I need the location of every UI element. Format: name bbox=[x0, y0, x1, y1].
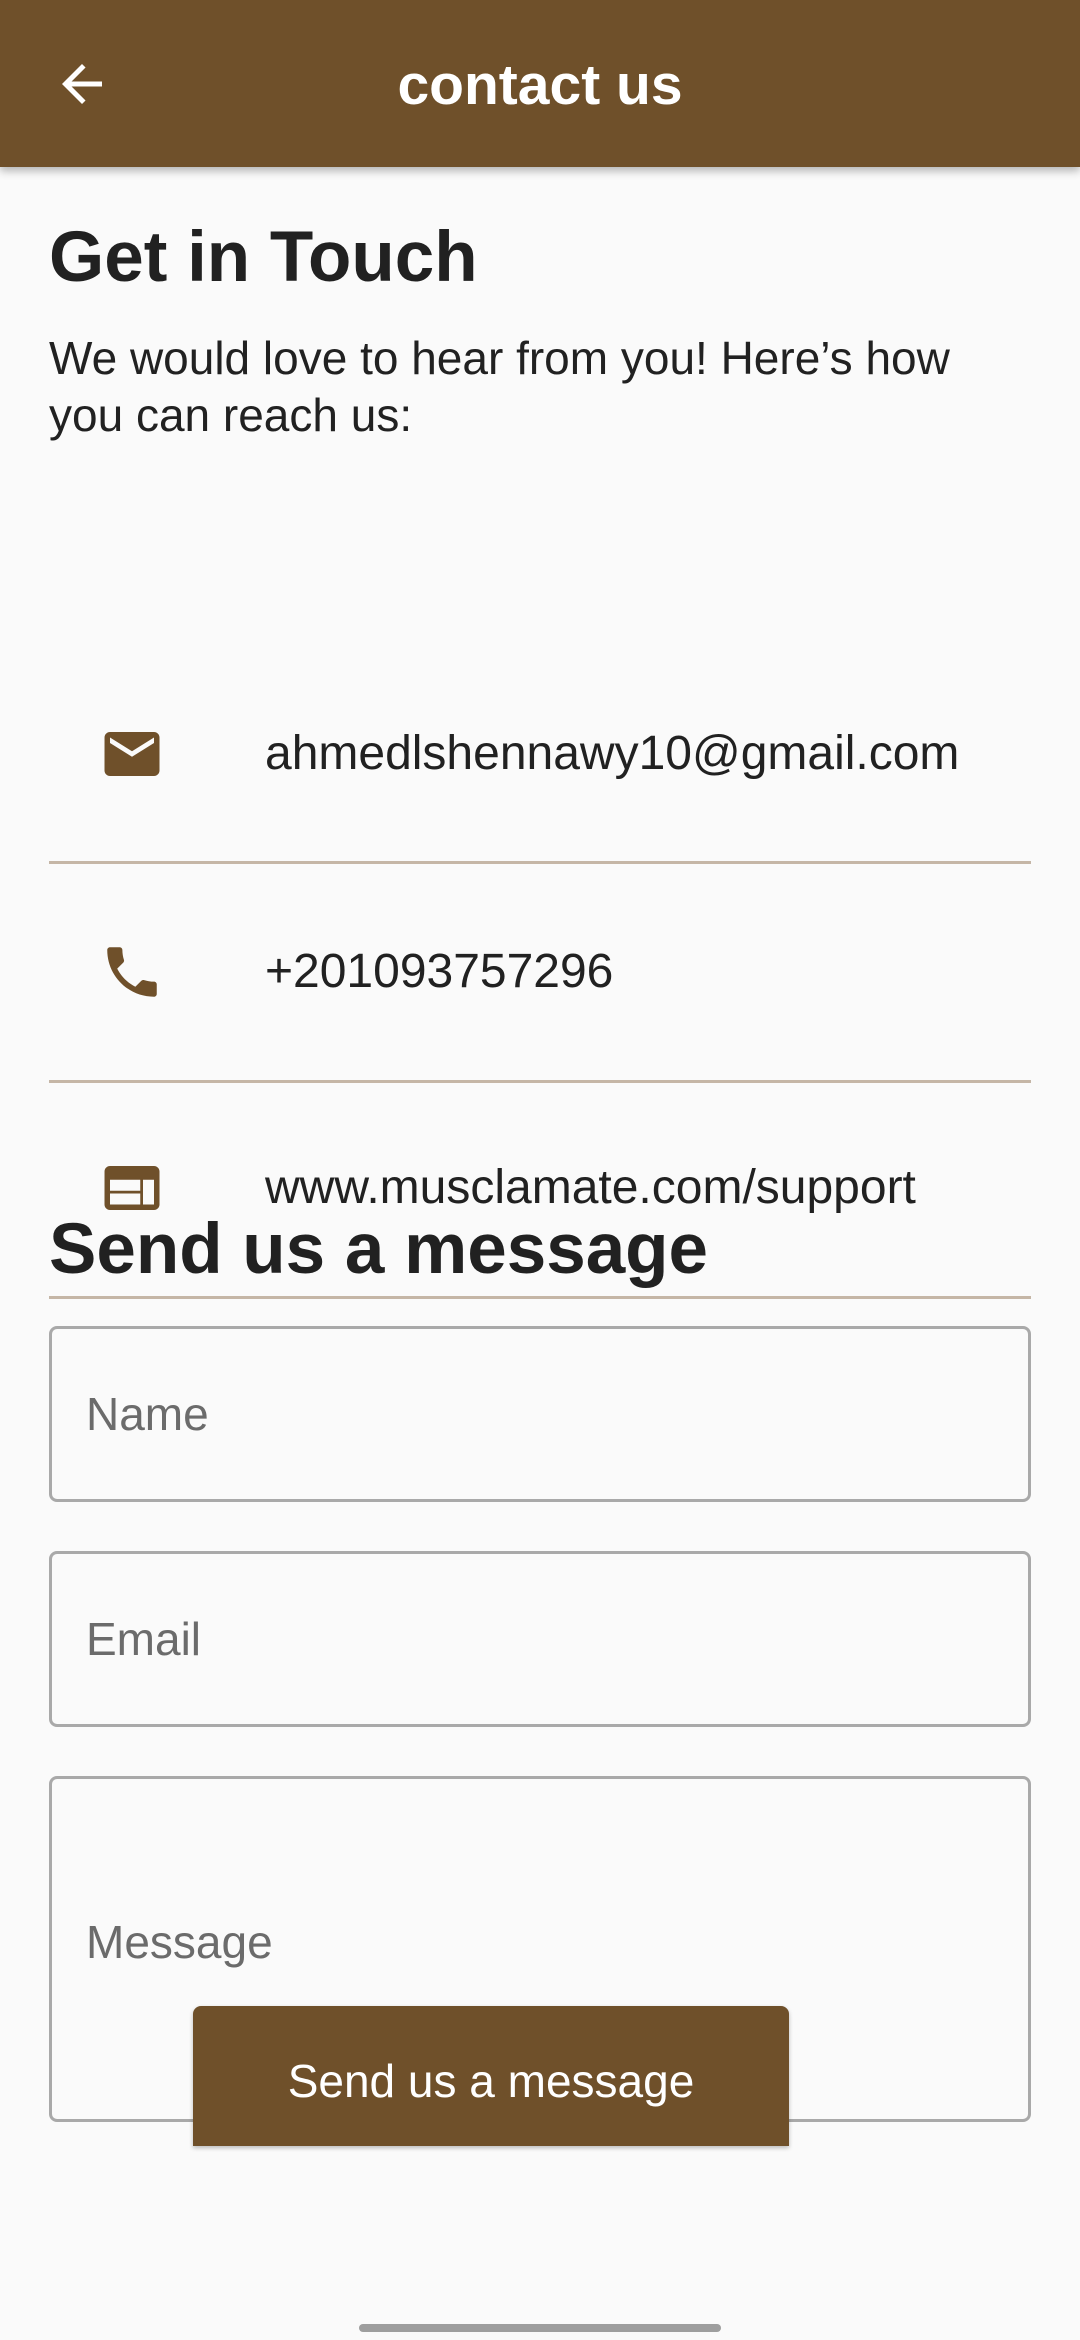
app-bar: contact us bbox=[0, 0, 1080, 167]
intro-text: We would love to hear from you! Here’s h… bbox=[49, 332, 950, 441]
phone-icon bbox=[99, 939, 165, 1005]
name-field[interactable] bbox=[49, 1326, 1031, 1502]
get-in-touch-heading: Get in Touch bbox=[49, 218, 478, 297]
gesture-nav-handle[interactable] bbox=[359, 2324, 721, 2332]
contact-row-email[interactable]: ahmedlshennawy10@gmail.com bbox=[49, 647, 1031, 864]
page-title: contact us bbox=[397, 53, 683, 117]
send-message-button[interactable]: Send us a message bbox=[193, 2006, 789, 2146]
email-field[interactable] bbox=[49, 1551, 1031, 1727]
contact-row-phone[interactable]: +201093757296 bbox=[49, 864, 1031, 1083]
mail-icon bbox=[99, 721, 165, 787]
send-message-heading: Send us a message bbox=[49, 1210, 709, 1289]
contact-email-text: ahmedlshennawy10@gmail.com bbox=[265, 727, 960, 780]
contact-phone-text: +201093757296 bbox=[265, 945, 614, 998]
